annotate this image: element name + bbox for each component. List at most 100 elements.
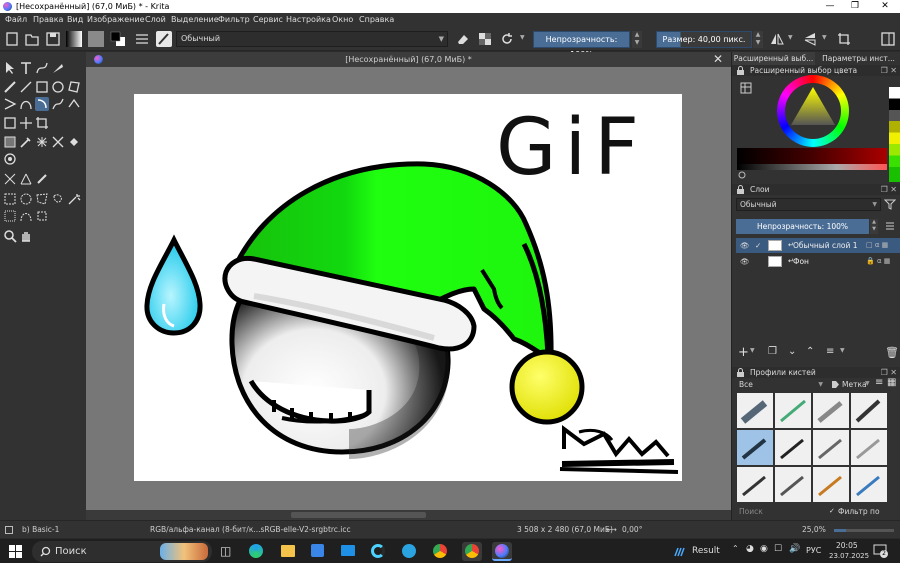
menu-tools[interactable]: Сервис xyxy=(253,13,283,27)
layer-row-background[interactable]: 👁 ↵ Фон 🔒 α ▦ xyxy=(736,254,900,269)
zoom-tool-icon[interactable] xyxy=(3,229,17,243)
brush-filter-select[interactable]: Все ▼ xyxy=(736,379,826,391)
bezier-select-icon[interactable] xyxy=(19,209,33,223)
mirror-vertical-icon[interactable] xyxy=(802,31,818,47)
transform-tool-icon[interactable] xyxy=(3,116,17,130)
drawing-canvas[interactable]: GiF xyxy=(134,94,682,481)
blend-mode-select[interactable]: Обычный ▼ xyxy=(176,31,448,47)
duplicate-layer-icon[interactable]: ❐ xyxy=(768,346,777,357)
dynamic-brush-icon[interactable] xyxy=(35,97,49,111)
color-settings-icon[interactable] xyxy=(740,82,752,94)
brush-preset-item[interactable] xyxy=(775,467,811,502)
tray-app-icon[interactable]: ◕ xyxy=(746,544,754,554)
color-palette-swatches[interactable] xyxy=(889,87,900,182)
float-close-icon[interactable]: ❐ ✕ xyxy=(881,65,897,76)
brush-preset-item[interactable] xyxy=(813,467,849,502)
color-triangle[interactable] xyxy=(789,85,837,129)
foreground-background-color-icon[interactable] xyxy=(110,31,126,47)
bezier-tool-icon[interactable] xyxy=(19,97,33,111)
layer-name[interactable]: Обычный слой 1 xyxy=(793,238,858,253)
chevron-down-icon[interactable]: ▼ xyxy=(840,347,845,354)
color-wheel-selector[interactable] xyxy=(777,75,849,147)
notifications-button[interactable]: 2 xyxy=(873,544,888,558)
close-window-button[interactable]: ✕ xyxy=(870,0,900,13)
reference-images-icon[interactable] xyxy=(35,172,49,186)
krita-taskbar-button[interactable] xyxy=(492,542,512,561)
weather-icon[interactable] xyxy=(673,544,687,558)
layer-properties-icon[interactable]: ≡ xyxy=(826,346,834,357)
layer-opacity-spin[interactable]: ▲ ▼ xyxy=(870,219,878,234)
line-tool-icon[interactable] xyxy=(19,80,33,94)
document-tab-title[interactable]: [Несохранённый] (67,0 МиБ) * xyxy=(86,52,731,67)
layer-name[interactable]: Фон xyxy=(793,254,809,269)
calligraphy-icon[interactable] xyxy=(51,61,65,75)
smart-patch-icon[interactable] xyxy=(35,135,49,149)
checkmark-icon[interactable]: ✓ xyxy=(755,238,761,253)
clock-time[interactable]: 20:05 xyxy=(836,541,858,550)
telegram-icon[interactable] xyxy=(402,544,416,558)
chevron-down-icon[interactable]: ▼ xyxy=(520,34,525,41)
weather-label[interactable]: Result xyxy=(692,539,720,563)
ellipse-select-icon[interactable] xyxy=(19,192,33,206)
mail-icon[interactable] xyxy=(341,545,355,556)
menu-file[interactable]: Файл xyxy=(5,13,27,27)
lock-icon[interactable] xyxy=(736,368,745,377)
edge-browser-icon[interactable] xyxy=(249,544,263,558)
measure-tool-icon[interactable] xyxy=(3,172,17,186)
brush-preset-item[interactable] xyxy=(813,430,849,465)
perspective-grid-icon[interactable] xyxy=(19,172,33,186)
opacity-spin-buttons[interactable]: ▲ ▼ xyxy=(632,31,642,48)
mirror-horizontal-icon[interactable] xyxy=(769,31,785,47)
crop-tool-icon[interactable] xyxy=(35,116,49,130)
brush-search-field[interactable]: Поиск xyxy=(736,506,824,518)
rect-select-icon[interactable] xyxy=(3,192,17,206)
chevron-down-icon[interactable]: ▼ xyxy=(822,34,827,41)
checkbox-checked-icon[interactable]: ✓ xyxy=(829,507,835,515)
eye-icon[interactable]: 👁 xyxy=(740,238,750,253)
save-document-icon[interactable] xyxy=(45,31,61,47)
chrome-profile-button[interactable] xyxy=(462,542,482,561)
layer-blend-mode-select[interactable]: Обычный ▼ xyxy=(736,198,881,211)
lock-icon[interactable] xyxy=(736,185,745,194)
brush-tag-label[interactable]: Метка xyxy=(842,379,867,391)
volume-icon[interactable]: 🔊 xyxy=(789,544,800,554)
layer-row-active[interactable]: 👁 ✓ ↵ Обычный слой 1 □ α ▦ xyxy=(736,238,900,253)
menu-lines-icon[interactable]: ≡ xyxy=(875,377,883,388)
windows-start-icon[interactable] xyxy=(9,545,22,558)
brush-preset-item[interactable] xyxy=(775,393,811,428)
menu-window[interactable]: Окно xyxy=(332,13,353,27)
menu-edit[interactable]: Правка xyxy=(33,13,63,27)
language-indicator[interactable]: РУС xyxy=(806,539,821,563)
brush-preset-item[interactable] xyxy=(851,393,887,428)
move-layer-up-icon[interactable]: ⌃ xyxy=(806,346,814,357)
menu-layer[interactable]: Слой xyxy=(145,13,166,27)
file-explorer-icon[interactable] xyxy=(281,545,295,557)
brush-preset-item[interactable] xyxy=(737,393,773,428)
brush-preset-button[interactable] xyxy=(156,31,172,47)
brush-preset-item[interactable] xyxy=(851,467,887,502)
brush-preset-item[interactable] xyxy=(851,430,887,465)
scrollbar-thumb[interactable] xyxy=(291,512,426,518)
colorize-mask-icon[interactable] xyxy=(3,152,17,166)
ccleaner-icon[interactable] xyxy=(371,544,385,558)
polygon-tool-icon[interactable] xyxy=(67,80,81,94)
pattern-selector-button[interactable] xyxy=(88,31,104,47)
microsoft-store-icon[interactable] xyxy=(311,544,324,557)
layer-opacity-slider[interactable]: Непрозрачность: 100% xyxy=(736,219,869,234)
add-layer-icon[interactable]: + xyxy=(738,345,749,360)
network-icon[interactable]: ☐ xyxy=(774,544,782,554)
menu-help[interactable]: Справка xyxy=(359,13,394,27)
menu-select[interactable]: Выделение xyxy=(171,13,219,27)
brush-preset-item[interactable] xyxy=(775,430,811,465)
move-layer-down-icon[interactable]: ⌄ xyxy=(788,346,796,357)
layer-lock-icon[interactable]: □ α ▦ xyxy=(866,238,888,253)
menu-view[interactable]: Вид xyxy=(67,13,83,27)
freehand-brush-icon[interactable] xyxy=(3,80,17,94)
pan-tool-icon[interactable] xyxy=(19,229,33,243)
polyline-tool-icon[interactable] xyxy=(3,97,17,111)
chevron-down-icon[interactable]: ▼ xyxy=(788,34,793,41)
menu-image[interactable]: Изображение xyxy=(87,13,145,27)
eye-icon[interactable]: 👁 xyxy=(740,254,750,269)
task-view-icon[interactable]: ◫ xyxy=(220,544,231,558)
text-tool-icon[interactable] xyxy=(19,61,33,75)
